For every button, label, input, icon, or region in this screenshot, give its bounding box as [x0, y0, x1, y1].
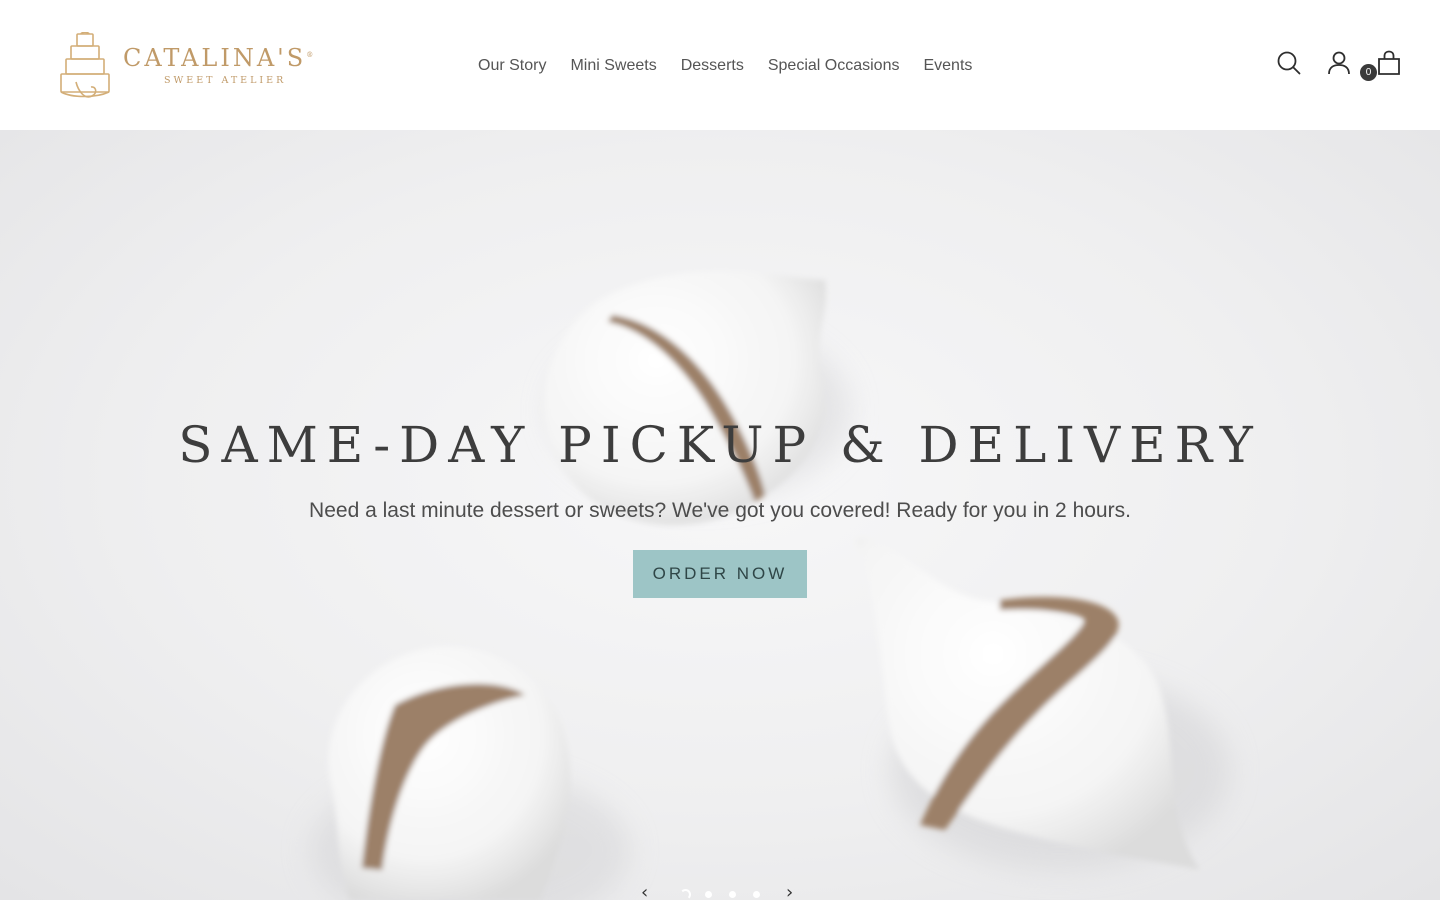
nav-item-events[interactable]: Events [923, 57, 972, 75]
brand-tagline: SWEET ATELIER [164, 75, 287, 86]
search-button[interactable] [1276, 50, 1302, 76]
search-icon [1277, 51, 1301, 75]
nav-item-mini-sweets[interactable]: Mini Sweets [570, 57, 656, 75]
account-button[interactable] [1326, 50, 1352, 76]
site-header: CATALINA'S® SWEET ATELIER Our Story Mini… [0, 0, 1440, 130]
shopping-bag-icon [1378, 50, 1400, 75]
logo[interactable]: CATALINA'S® SWEET ATELIER [58, 32, 320, 100]
hero-slider: SAME-DAY PICKUP & DELIVERY Need a last m… [0, 130, 1440, 900]
brand-name: CATALINA'S® [123, 44, 314, 72]
header-actions: 0 [1276, 50, 1402, 81]
cart-button[interactable]: 0 [1360, 50, 1402, 81]
cart-count-badge: 0 [1360, 64, 1377, 81]
main-nav: Our Story Mini Sweets Desserts Special O… [478, 55, 972, 77]
slider-dot-3[interactable] [729, 891, 736, 898]
slider-dot-2[interactable] [705, 891, 712, 898]
nav-item-desserts[interactable]: Desserts [681, 57, 744, 75]
slider-dot-4[interactable] [753, 891, 760, 898]
slider-dot-1[interactable] [680, 889, 691, 900]
registered-mark: ® [306, 51, 314, 59]
cake-logo-icon [60, 32, 110, 98]
slider-controls: ‹ › [636, 884, 806, 900]
nav-item-special-occasions[interactable]: Special Occasions [768, 57, 900, 75]
slider-next-arrow[interactable]: › [786, 884, 793, 900]
hero-title: SAME-DAY PICKUP & DELIVERY [178, 416, 1262, 474]
hero-description: Need a last minute dessert or sweets? We… [309, 499, 1131, 522]
nav-item-our-story[interactable]: Our Story [478, 57, 546, 75]
hero-content: SAME-DAY PICKUP & DELIVERY Need a last m… [0, 413, 1440, 598]
user-icon [1328, 51, 1350, 75]
slider-prev-arrow[interactable]: ‹ [641, 884, 648, 900]
order-now-button[interactable]: ORDER NOW [633, 550, 807, 598]
